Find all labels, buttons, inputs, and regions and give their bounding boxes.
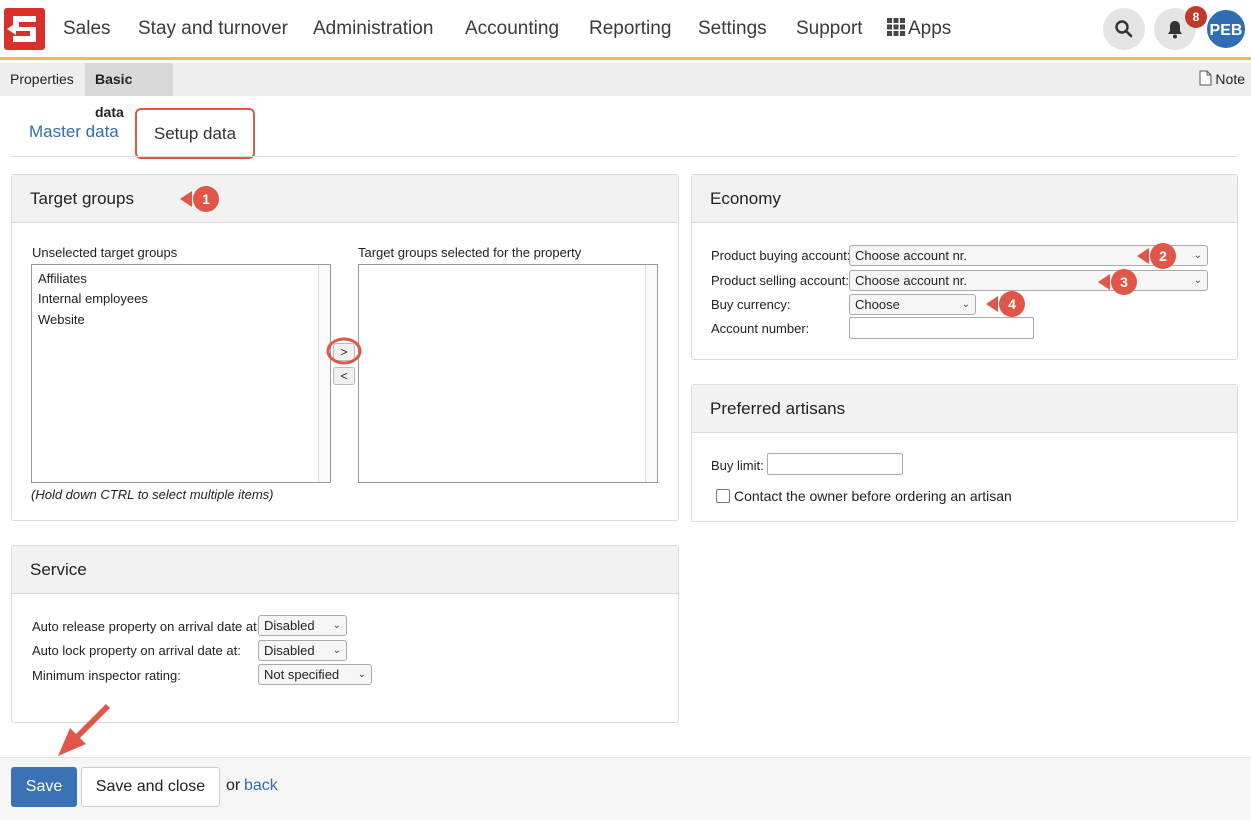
buy-limit-input[interactable] [767,453,903,475]
min-rating-value: Not specified [264,667,340,682]
note-link[interactable]: Note [1199,63,1245,96]
nav-apps[interactable]: Apps [887,18,951,40]
selling-account-value: Choose account nr. [855,273,968,288]
nav-apps-label: Apps [908,18,952,39]
auto-lock-label: Auto lock property on arrival date at: [32,643,241,658]
chevron-down-icon: ⌄ [961,299,970,310]
preferred-artisans-title: Preferred artisans [692,385,1237,433]
chevron-down-icon: ⌄ [332,645,341,656]
save-button[interactable]: Save [11,767,77,807]
buy-currency-select[interactable]: Choose ⌄ [849,294,976,315]
top-navigation: Sales Stay and turnover Administration A… [0,0,1251,60]
auto-release-select[interactable]: Disabled ⌄ [258,615,347,636]
tab-divider [11,156,1238,157]
bell-icon [1168,21,1182,39]
or-text: or [226,777,241,794]
multi-select-hint: (Hold down CTRL to select multiple items… [31,487,274,502]
selling-account-select[interactable]: Choose account nr. ⌄ [849,270,1208,291]
unselected-groups-label: Unselected target groups [32,245,178,260]
buying-account-value: Choose account nr. [855,248,968,263]
save-and-close-button[interactable]: Save and close [81,767,220,807]
annotation-marker-4-label: 4 [1008,296,1016,312]
sub-navigation: Properties Basic data Note [0,63,1251,120]
auto-lock-value: Disabled [264,643,315,658]
subtab-basic-data[interactable]: Basic data [85,63,173,120]
min-rating-select[interactable]: Not specified ⌄ [258,664,372,685]
search-button[interactable] [1103,8,1145,50]
scrollbar[interactable] [645,265,657,482]
buying-account-label: Product buying account: [711,248,851,263]
target-groups-title: Target groups [12,175,678,223]
annotation-marker-4: 4 [986,291,1025,317]
nav-administration[interactable]: Administration [313,18,433,40]
contact-owner-checkbox[interactable] [716,489,730,503]
nav-sales[interactable]: Sales [63,18,111,40]
annotation-marker-2: 2 [1137,243,1176,269]
list-item[interactable]: Affiliates [38,271,87,286]
chevron-down-icon: ⌄ [357,669,366,680]
unselected-groups-list[interactable]: Affiliates Internal employees Website [31,264,331,483]
nav-settings[interactable]: Settings [698,18,767,40]
search-icon [1115,20,1133,38]
list-item[interactable]: Internal employees [38,291,148,306]
subtab-properties[interactable]: Properties [0,63,84,96]
back-link[interactable]: back [244,777,278,795]
nav-stay-and-turnover[interactable]: Stay and turnover [138,18,288,40]
user-avatar[interactable]: PEB [1205,8,1247,50]
contact-owner-label: Contact the owner before ordering an art… [734,488,1012,504]
min-rating-label: Minimum inspector rating: [32,668,181,683]
tab-setup-data[interactable]: Setup data [135,108,255,159]
buy-currency-value: Choose [855,297,900,312]
selected-groups-label: Target groups selected for the property [358,245,582,260]
auto-release-value: Disabled [264,618,315,633]
chevron-down-icon: ⌄ [332,620,341,631]
annotation-marker-1-label: 1 [202,191,210,207]
service-title: Service [12,546,678,594]
note-label: Note [1215,71,1245,87]
annotation-marker-2-label: 2 [1159,248,1167,264]
economy-title: Economy [692,175,1237,223]
scrollbar[interactable] [318,265,330,482]
move-left-button[interactable]: < [333,367,355,385]
annotation-marker-3-label: 3 [1120,274,1128,290]
nav-support[interactable]: Support [796,18,863,40]
grid-icon [887,18,905,36]
auto-lock-select[interactable]: Disabled ⌄ [258,640,347,661]
buy-limit-label: Buy limit: [711,458,764,473]
buy-currency-label: Buy currency: [711,297,791,312]
account-number-label: Account number: [711,321,810,336]
highlight-circle-annotation [326,337,362,365]
selected-groups-list[interactable] [358,264,658,483]
app-logo[interactable] [4,8,45,50]
annotation-marker-3: 3 [1098,269,1137,295]
list-item[interactable]: Website [38,312,85,327]
account-number-input[interactable] [849,317,1034,339]
auto-release-label: Auto release property on arrival date at… [32,619,261,634]
selling-account-label: Product selling account: [711,273,850,288]
tab-master-data[interactable]: Master data [29,122,119,142]
arrow-annotation [58,704,110,756]
chevron-down-icon: ⌄ [1193,275,1202,286]
document-icon [1199,70,1212,86]
annotation-marker-1: 1 [180,186,219,212]
nav-reporting[interactable]: Reporting [589,18,671,40]
notification-count-badge: 8 [1185,6,1207,28]
nav-accounting[interactable]: Accounting [465,18,559,40]
chevron-down-icon: ⌄ [1193,250,1202,261]
